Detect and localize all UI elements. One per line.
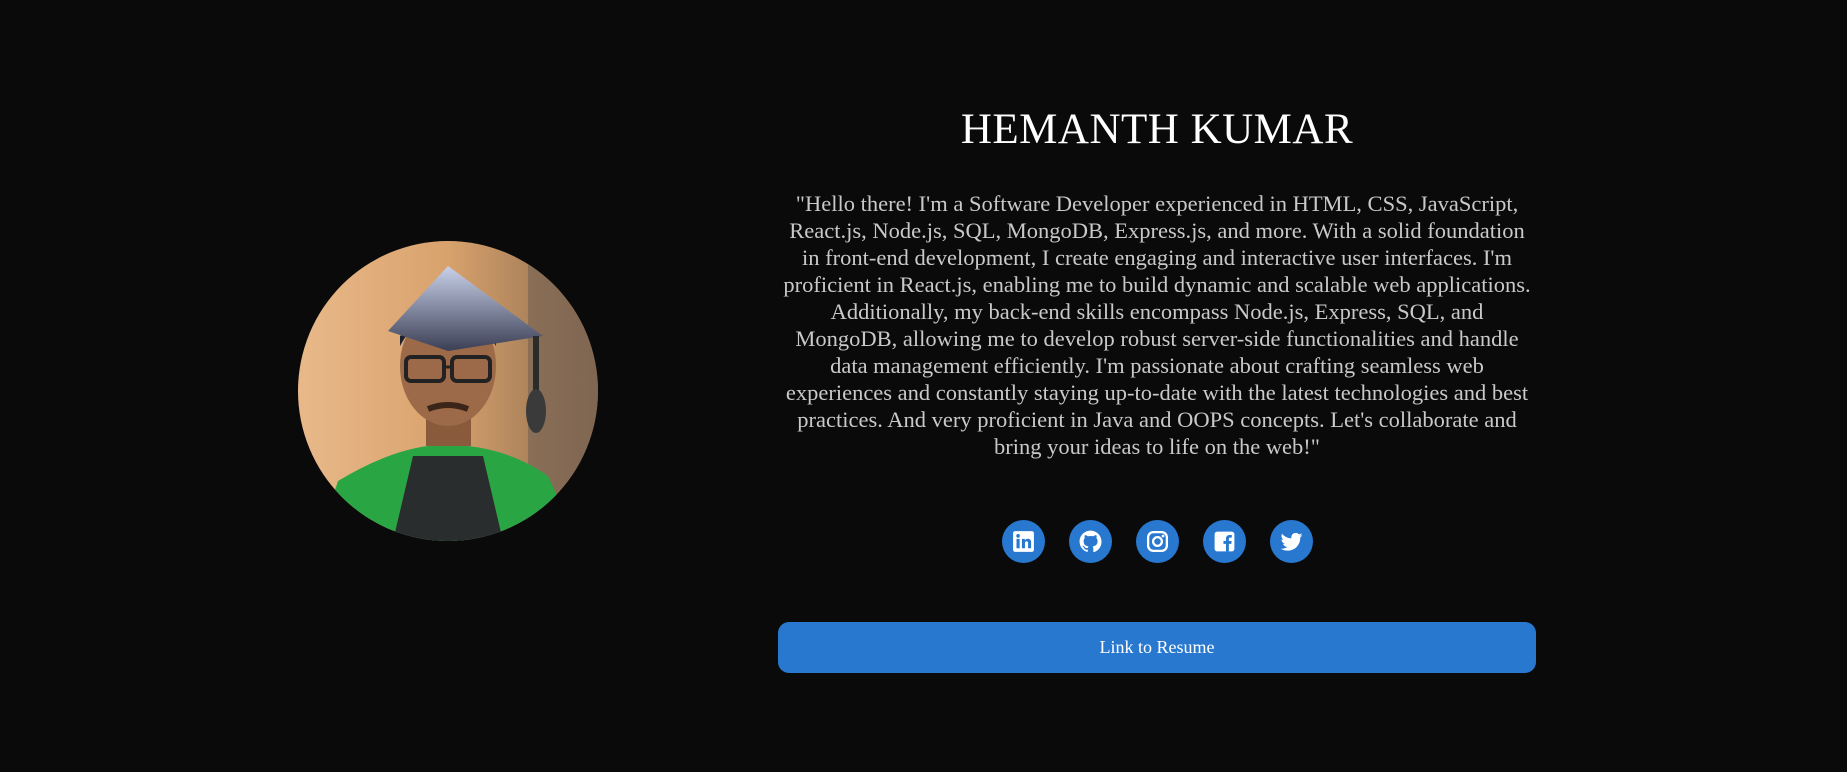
facebook-link[interactable] (1202, 520, 1246, 563)
intro-section: HEMANTH KUMAR "Hello there! I'm a Softwa… (778, 100, 1536, 673)
instagram-icon (1146, 530, 1168, 553)
twitter-link[interactable] (1269, 520, 1313, 563)
profile-bio: "Hello there! I'm a Software Developer e… (783, 191, 1531, 459)
github-link[interactable] (1068, 520, 1112, 563)
profile-photo (298, 241, 598, 541)
instagram-link[interactable] (1135, 520, 1179, 563)
social-links (1001, 520, 1313, 563)
portfolio-hero: HEMANTH KUMAR "Hello there! I'm a Softwa… (0, 0, 1847, 772)
facebook-icon (1214, 531, 1234, 552)
resume-link-button[interactable]: Link to Resume (778, 622, 1536, 673)
twitter-icon (1280, 532, 1302, 551)
linkedin-link[interactable] (1001, 520, 1045, 563)
github-icon (1079, 530, 1102, 553)
profile-name: HEMANTH KUMAR (960, 106, 1354, 153)
linkedin-icon (1012, 531, 1034, 552)
